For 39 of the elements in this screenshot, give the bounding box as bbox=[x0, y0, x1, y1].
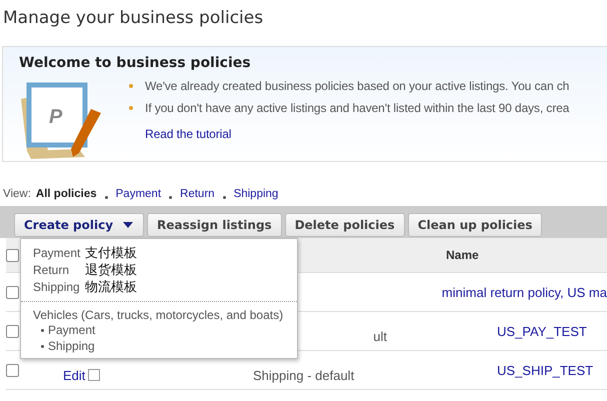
checkbox[interactable] bbox=[6, 286, 19, 298]
policy-name-link[interactable]: minimal return policy, US ma bbox=[442, 284, 607, 300]
menu-item[interactable]: Payment bbox=[21, 322, 297, 338]
toolbar-button[interactable]: Reassign listings bbox=[147, 213, 282, 237]
toolbar-button[interactable]: Clean up policies bbox=[408, 213, 542, 237]
view-filter-link[interactable]: Return bbox=[180, 188, 215, 206]
checkbox[interactable] bbox=[6, 324, 19, 338]
column-header: Name bbox=[446, 248, 479, 262]
bullet-icon bbox=[129, 84, 133, 88]
policy-name-link[interactable]: US_SHIP_TEST bbox=[497, 362, 594, 378]
page-title: Manage your business policies bbox=[2, 7, 264, 30]
view-filter-link[interactable]: All policies bbox=[36, 188, 97, 206]
checkbox[interactable] bbox=[88, 369, 100, 381]
table-cell: ult bbox=[373, 328, 387, 344]
view-label: View: bbox=[3, 188, 31, 202]
bullet-icon bbox=[129, 106, 133, 110]
separator-dot bbox=[222, 196, 226, 198]
welcome-text: If you don't have any active listings and haven't listed within the last 90 days, crea bbox=[145, 101, 570, 115]
toolbar-button[interactable]: Delete policies bbox=[284, 213, 405, 237]
menu-group-title: Vehicles (Cars, trucks, motorcycles, and boats) bbox=[32, 308, 284, 322]
menu-item[interactable]: Shipping 物流模板 bbox=[21, 278, 297, 295]
logo-letter: P bbox=[49, 106, 62, 128]
welcome-text: We've already created business policies based on your active listings. You can ch bbox=[145, 79, 570, 93]
separator-dot bbox=[169, 196, 172, 198]
tutorial-link[interactable]: Read the tutorial bbox=[145, 127, 232, 141]
checkbox[interactable] bbox=[6, 364, 19, 376]
caret-icon bbox=[123, 222, 134, 228]
view-filter-link[interactable]: Shipping bbox=[234, 188, 278, 206]
create-policy-button[interactable]: Create policy bbox=[14, 213, 144, 237]
menu-item[interactable]: Payment 支付模板 bbox=[21, 244, 297, 261]
separator-dot bbox=[104, 196, 108, 198]
table-cell: Shipping - default bbox=[253, 368, 354, 382]
menu-item[interactable]: Shipping bbox=[21, 338, 297, 354]
welcome-title: Welcome to business policies bbox=[19, 55, 252, 71]
view-filter-link[interactable]: Payment bbox=[116, 188, 162, 206]
menu-item[interactable]: Return 退货模板 bbox=[21, 261, 297, 278]
policy-name-link[interactable]: US_PAY_TEST bbox=[497, 324, 587, 338]
checkbox[interactable] bbox=[6, 248, 19, 262]
edit-link[interactable]: Edit bbox=[63, 368, 86, 382]
